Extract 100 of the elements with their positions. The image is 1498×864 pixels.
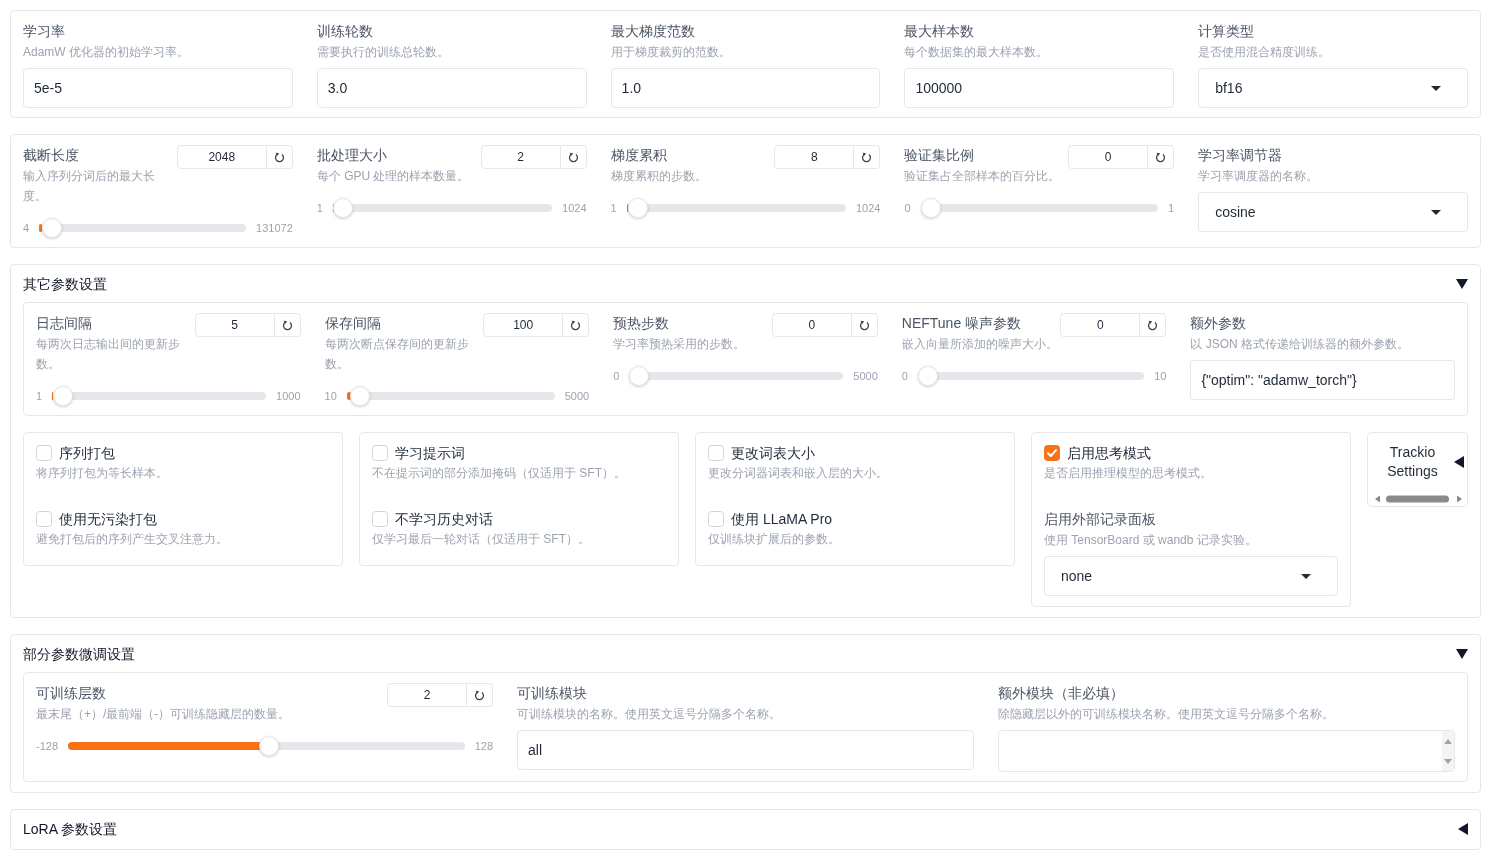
field-label: 学习率: [23, 22, 65, 41]
field-hint: 避免打包后的序列产生交叉注意力。: [36, 531, 228, 548]
slider-thumb[interactable]: [350, 386, 371, 406]
text-input[interactable]: 5e-5: [23, 68, 293, 108]
reset-button[interactable]: [467, 683, 493, 707]
slider-max-label: 5000: [853, 369, 878, 383]
reset-button[interactable]: [560, 145, 587, 169]
slider-min-label: -128: [36, 739, 59, 753]
slider-thumb[interactable]: [629, 366, 650, 386]
number-input[interactable]: 5: [194, 313, 275, 337]
field-label: 批处理大小: [316, 146, 387, 165]
field-hint: 输入序列分词后的最大长度。: [23, 168, 156, 205]
checkbox[interactable]: [372, 511, 388, 527]
text-area[interactable]: [998, 730, 1455, 772]
number-input[interactable]: 0: [1068, 145, 1149, 169]
number-input[interactable]: 100: [483, 313, 564, 337]
reset-icon: [1155, 151, 1167, 163]
number-input[interactable]: 2: [480, 145, 561, 169]
slider-max-label: 128: [474, 739, 493, 753]
field-hint: 将序列打包为等长样本。: [36, 465, 168, 482]
reset-button[interactable]: [851, 313, 878, 337]
slider-max-label: 1000: [276, 389, 301, 403]
text-input[interactable]: {"optim": "adamw_torch"}: [1190, 360, 1455, 400]
field-label: 最大梯度范数: [610, 22, 695, 41]
checkbox-label: 学习提示词: [395, 444, 465, 463]
field-hint: 仅学习最后一轮对话（仅适用于 SFT）。: [372, 531, 590, 548]
checkbox[interactable]: [36, 445, 52, 461]
slider[interactable]: [629, 366, 844, 386]
slider[interactable]: [332, 198, 553, 218]
field-hint: 更改分词器词表和嵌入层的大小。: [708, 465, 888, 482]
field-label: 最大样本数: [904, 22, 975, 41]
field-label: 额外参数: [1190, 314, 1247, 333]
dropdown[interactable]: none: [1044, 556, 1338, 596]
reset-icon: [474, 689, 485, 701]
slider[interactable]: [917, 366, 1145, 386]
number-input[interactable]: 0: [771, 313, 852, 337]
scrollbar[interactable]: [1442, 731, 1454, 771]
slider-min-label: 1: [610, 201, 617, 215]
slider[interactable]: [39, 218, 247, 238]
field-hint: 最末尾（+）/最前端（-）可训练隐藏层的数量。: [36, 706, 291, 723]
slider-max-label: 1: [1168, 201, 1175, 215]
slider-thumb[interactable]: [42, 218, 63, 238]
slider[interactable]: [52, 386, 267, 406]
field-hint: 需要执行的训练总轮数。: [316, 44, 449, 61]
slider[interactable]: [68, 736, 465, 756]
number-input[interactable]: 2048: [176, 145, 267, 169]
checkbox[interactable]: [1044, 445, 1060, 461]
accordion-header[interactable]: 其它参数设置: [23, 274, 1468, 294]
text-input[interactable]: all: [517, 730, 974, 770]
accordion-header[interactable]: 部分参数微调设置: [23, 644, 1468, 664]
field-hint: 每两次断点保存间的更新步数。: [324, 336, 470, 373]
reset-button[interactable]: [563, 313, 590, 337]
number-input[interactable]: 2: [387, 683, 467, 707]
reset-icon: [858, 319, 870, 331]
slider-min-label: 4: [23, 221, 30, 235]
slider-min-label: 0: [613, 369, 620, 383]
text-input[interactable]: 1.0: [610, 68, 881, 108]
reset-button[interactable]: [266, 145, 293, 169]
checkbox[interactable]: [708, 511, 724, 527]
slider-min-label: 0: [904, 201, 911, 215]
field-label: NEFTune 噪声参数: [901, 314, 1022, 333]
slider[interactable]: [626, 198, 846, 218]
accordion-header[interactable]: Trackio Settings: [1371, 443, 1464, 481]
checkbox-label: 启用思考模式: [1067, 444, 1151, 463]
slider[interactable]: [920, 198, 1159, 218]
number-input[interactable]: 8: [774, 145, 855, 169]
slider-thumb[interactable]: [259, 736, 280, 756]
field-hint: 以 JSON 格式传递给训练器的额外参数。: [1190, 336, 1410, 353]
checkbox[interactable]: [372, 445, 388, 461]
text-input[interactable]: 3.0: [316, 68, 587, 108]
slider-thumb[interactable]: [52, 386, 73, 406]
field-hint: 仅训练块扩展后的参数。: [708, 531, 840, 548]
reset-button[interactable]: [1140, 313, 1167, 337]
slider-thumb[interactable]: [917, 366, 938, 386]
slider-max-label: 131072: [256, 221, 293, 235]
text-input[interactable]: 100000: [904, 68, 1175, 108]
checkbox[interactable]: [36, 511, 52, 527]
number-input[interactable]: 0: [1060, 313, 1141, 337]
checkbox[interactable]: [708, 445, 724, 461]
reset-button[interactable]: [1148, 145, 1175, 169]
field-label: 日志间隔: [36, 314, 92, 333]
dropdown[interactable]: cosine: [1198, 192, 1468, 232]
field-label: 计算类型: [1198, 22, 1255, 41]
caret-icon: [1301, 573, 1311, 579]
slider-thumb[interactable]: [333, 198, 354, 218]
slider[interactable]: [346, 386, 555, 406]
reset-icon: [570, 319, 582, 331]
reset-button[interactable]: [854, 145, 881, 169]
slider-max-label: 5000: [564, 389, 590, 403]
slider-thumb[interactable]: [628, 198, 649, 218]
field-hint: 嵌入向量所添加的噪声大小。: [901, 336, 1058, 353]
reset-icon: [273, 151, 285, 163]
field-label: 截断长度: [23, 146, 79, 165]
field-label: 启用外部记录面板: [1044, 510, 1156, 529]
field-label: 预热步数: [613, 314, 670, 333]
accordion-header[interactable]: LoRA 参数设置: [23, 819, 1468, 839]
dropdown[interactable]: bf16: [1198, 68, 1468, 108]
caret-icon: [1431, 85, 1441, 91]
reset-button[interactable]: [274, 313, 301, 337]
slider-thumb[interactable]: [920, 198, 941, 218]
